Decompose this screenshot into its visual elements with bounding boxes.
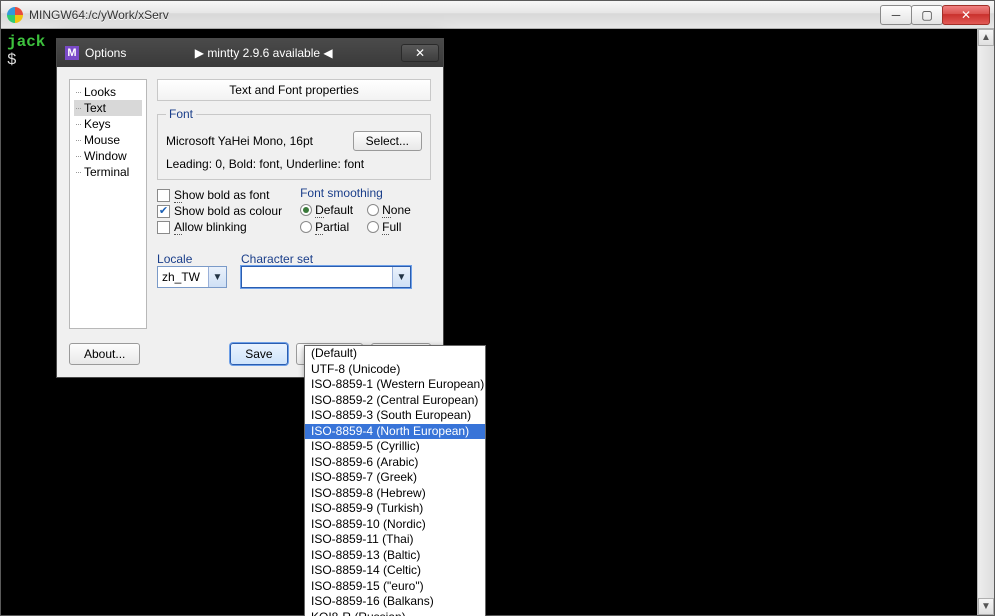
font-leading-text: Leading: 0, Bold: font, Underline: font	[166, 157, 422, 171]
tree-item-terminal[interactable]: Terminal	[74, 164, 142, 180]
smoothing-default-radio[interactable]: Default	[300, 203, 353, 217]
radio-icon	[300, 221, 312, 233]
panel-header: Text and Font properties	[157, 79, 431, 101]
options-dialog: M Options ▶ mintty 2.9.6 available ◀ ✕ L…	[56, 38, 444, 378]
prompt-symbol: $	[7, 51, 17, 69]
font-smoothing-group: Font smoothing Default None Partial	[300, 186, 411, 236]
radio-icon	[300, 204, 312, 216]
charset-option[interactable]: ISO-8859-8 (Hebrew)	[305, 486, 485, 502]
charset-label: Character set	[241, 252, 411, 266]
chevron-down-icon: ▼	[392, 267, 410, 287]
minimize-button[interactable]: ─	[880, 5, 912, 25]
charset-option[interactable]: ISO-8859-13 (Baltic)	[305, 548, 485, 564]
smoothing-partial-radio[interactable]: Partial	[300, 220, 353, 234]
smoothing-header: Font smoothing	[300, 186, 411, 200]
terminal-text: jack $	[7, 33, 45, 69]
scroll-up-icon[interactable]: ▲	[978, 29, 994, 46]
charset-option[interactable]: ISO-8859-5 (Cyrillic)	[305, 439, 485, 455]
window-titlebar[interactable]: MINGW64:/c/yWork/xServ ─ ▢ ✕	[1, 1, 994, 29]
show-bold-as-font-checkbox[interactable]: Show bold as font	[157, 188, 282, 202]
dialog-icon: M	[65, 46, 79, 60]
radio-icon	[367, 221, 379, 233]
prompt-user: jack	[7, 33, 45, 51]
checkbox-icon	[157, 189, 170, 202]
dialog-titlebar[interactable]: M Options ▶ mintty 2.9.6 available ◀ ✕	[57, 39, 443, 67]
text-panel: Text and Font properties Font Microsoft …	[157, 79, 431, 329]
about-button[interactable]: About...	[69, 343, 140, 365]
charset-combo[interactable]: ▼	[241, 266, 411, 288]
maximize-button[interactable]: ▢	[911, 5, 943, 25]
charset-option[interactable]: ISO-8859-4 (North European)	[305, 424, 485, 440]
charset-option[interactable]: ISO-8859-7 (Greek)	[305, 470, 485, 486]
charset-option[interactable]: ISO-8859-11 (Thai)	[305, 532, 485, 548]
checkbox-icon	[157, 221, 170, 234]
chevron-down-icon: ▼	[208, 267, 226, 287]
bold-blink-group: Show bold as font Show bold as colour Al…	[157, 186, 282, 236]
close-icon: ✕	[415, 46, 425, 60]
show-bold-as-colour-checkbox[interactable]: Show bold as colour	[157, 204, 282, 218]
tree-item-keys[interactable]: Keys	[74, 116, 142, 132]
locale-combo[interactable]: zh_TW ▼	[157, 266, 227, 288]
smoothing-none-radio[interactable]: None	[367, 203, 411, 217]
charset-option[interactable]: ISO-8859-2 (Central European)	[305, 393, 485, 409]
charset-option[interactable]: KOI8-R (Russian)	[305, 610, 485, 616]
font-name-text: Microsoft YaHei Mono, 16pt	[166, 134, 343, 148]
charset-option[interactable]: ISO-8859-1 (Western European)	[305, 377, 485, 393]
locale-value: zh_TW	[158, 270, 208, 284]
close-button[interactable]: ✕	[942, 5, 990, 25]
scroll-down-icon[interactable]: ▼	[978, 598, 994, 615]
allow-blinking-checkbox[interactable]: Allow blinking	[157, 220, 282, 234]
save-button[interactable]: Save	[230, 343, 287, 365]
category-tree[interactable]: LooksTextKeysMouseWindowTerminal	[69, 79, 147, 329]
charset-option[interactable]: ISO-8859-15 ("euro")	[305, 579, 485, 595]
font-legend: Font	[166, 107, 196, 121]
update-available-text[interactable]: ▶ mintty 2.9.6 available ◀	[126, 46, 401, 60]
smoothing-full-radio[interactable]: Full	[367, 220, 411, 234]
mintty-icon	[7, 7, 23, 23]
charset-option[interactable]: ISO-8859-9 (Turkish)	[305, 501, 485, 517]
tree-item-looks[interactable]: Looks	[74, 84, 142, 100]
charset-option[interactable]: ISO-8859-6 (Arabic)	[305, 455, 485, 471]
charset-option[interactable]: UTF-8 (Unicode)	[305, 362, 485, 378]
window-title: MINGW64:/c/yWork/xServ	[29, 8, 881, 22]
checkbox-icon	[157, 205, 170, 218]
charset-option[interactable]: ISO-8859-16 (Balkans)	[305, 594, 485, 610]
window-buttons: ─ ▢ ✕	[881, 5, 990, 25]
charset-dropdown-list[interactable]: (Default)UTF-8 (Unicode)ISO-8859-1 (West…	[304, 345, 486, 616]
tree-item-text[interactable]: Text	[74, 100, 142, 116]
locale-label: Locale	[157, 252, 227, 266]
terminal-scrollbar[interactable]: ▲ ▼	[977, 29, 994, 615]
charset-option[interactable]: (Default)	[305, 346, 485, 362]
tree-item-mouse[interactable]: Mouse	[74, 132, 142, 148]
radio-icon	[367, 204, 379, 216]
tree-item-window[interactable]: Window	[74, 148, 142, 164]
charset-option[interactable]: ISO-8859-14 (Celtic)	[305, 563, 485, 579]
select-font-button[interactable]: Select...	[353, 131, 422, 151]
charset-option[interactable]: ISO-8859-3 (South European)	[305, 408, 485, 424]
dialog-close-button[interactable]: ✕	[401, 44, 439, 62]
dialog-title: Options	[85, 46, 126, 60]
charset-option[interactable]: ISO-8859-10 (Nordic)	[305, 517, 485, 533]
font-group: Font Microsoft YaHei Mono, 16pt Select..…	[157, 107, 431, 180]
